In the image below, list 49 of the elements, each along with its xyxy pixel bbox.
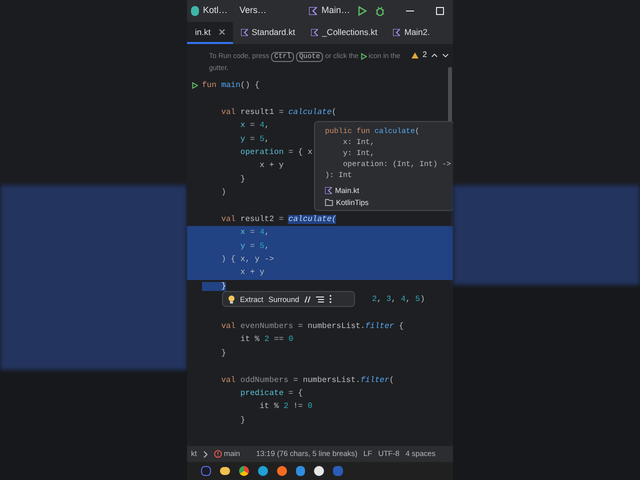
code-line: 2, 3, 4, 5) bbox=[372, 294, 425, 306]
run-config-button[interactable]: Main… bbox=[309, 4, 350, 18]
bug-icon[interactable] bbox=[375, 6, 385, 16]
code-line: val result1 = calculate( bbox=[220, 106, 336, 119]
error-icon bbox=[214, 450, 222, 458]
kotlin-file-icon bbox=[311, 28, 318, 36]
maximize-icon[interactable] bbox=[435, 6, 445, 16]
code-line: ) { x, y -> bbox=[220, 254, 274, 266]
kotlin-file-icon bbox=[240, 28, 248, 36]
code-line: val oddNumbers = numbersList.filter( bbox=[220, 374, 394, 387]
editor-tab[interactable]: _Collections.kt bbox=[303, 22, 386, 44]
code-line: y = 5, bbox=[239, 134, 270, 146]
lightbulb-icon[interactable] bbox=[228, 294, 235, 304]
code-line: } bbox=[220, 348, 226, 360]
kotlin-file-icon bbox=[393, 28, 400, 36]
vcs-button[interactable]: Vers… bbox=[240, 4, 267, 18]
kotlin-file-icon bbox=[325, 187, 332, 194]
code-line: x = 4, bbox=[239, 227, 270, 240]
project-button[interactable]: Kotl… bbox=[191, 4, 228, 18]
comment-icon[interactable] bbox=[304, 296, 312, 303]
code-line: y = 5, bbox=[239, 240, 270, 253]
editor-tab[interactable]: Standard.kt bbox=[232, 22, 304, 44]
list-icon[interactable] bbox=[316, 296, 324, 303]
code-line: x + y bbox=[239, 267, 264, 280]
chevron-down-icon[interactable] bbox=[442, 52, 449, 58]
run-icon bbox=[360, 52, 367, 60]
code-line: fun main() { bbox=[202, 80, 260, 92]
warning-icon[interactable] bbox=[410, 52, 419, 58]
code-line: val evenNumbers = numbersList.filter { bbox=[220, 321, 404, 334]
code-line: } bbox=[239, 174, 246, 186]
kotlin-file-icon bbox=[309, 7, 318, 15]
more-icon[interactable] bbox=[329, 295, 332, 304]
close-icon[interactable] bbox=[218, 29, 225, 35]
code-line: ) bbox=[220, 187, 226, 200]
code-line: predicate = { bbox=[239, 388, 303, 400]
code-line: operation = { x bbox=[239, 146, 312, 159]
code-line: val result2 = calculate( bbox=[220, 214, 336, 226]
chevron-up-icon[interactable] bbox=[431, 52, 438, 58]
code-line: it % 2 == 0 bbox=[239, 334, 294, 346]
chevron-right-icon bbox=[202, 450, 208, 458]
editor-tab[interactable]: in.kt bbox=[187, 22, 233, 44]
run-icon[interactable] bbox=[358, 6, 367, 16]
warning-count[interactable]: 2 bbox=[422, 49, 427, 61]
code-line: it % 2 != 0 bbox=[258, 401, 312, 414]
code-line: } bbox=[239, 414, 246, 427]
editor-tab[interactable]: Main2. bbox=[385, 22, 438, 44]
code-line: x = 4, bbox=[239, 120, 270, 132]
run-gutter-icon[interactable] bbox=[192, 82, 198, 90]
code-line: x + y bbox=[258, 160, 284, 172]
